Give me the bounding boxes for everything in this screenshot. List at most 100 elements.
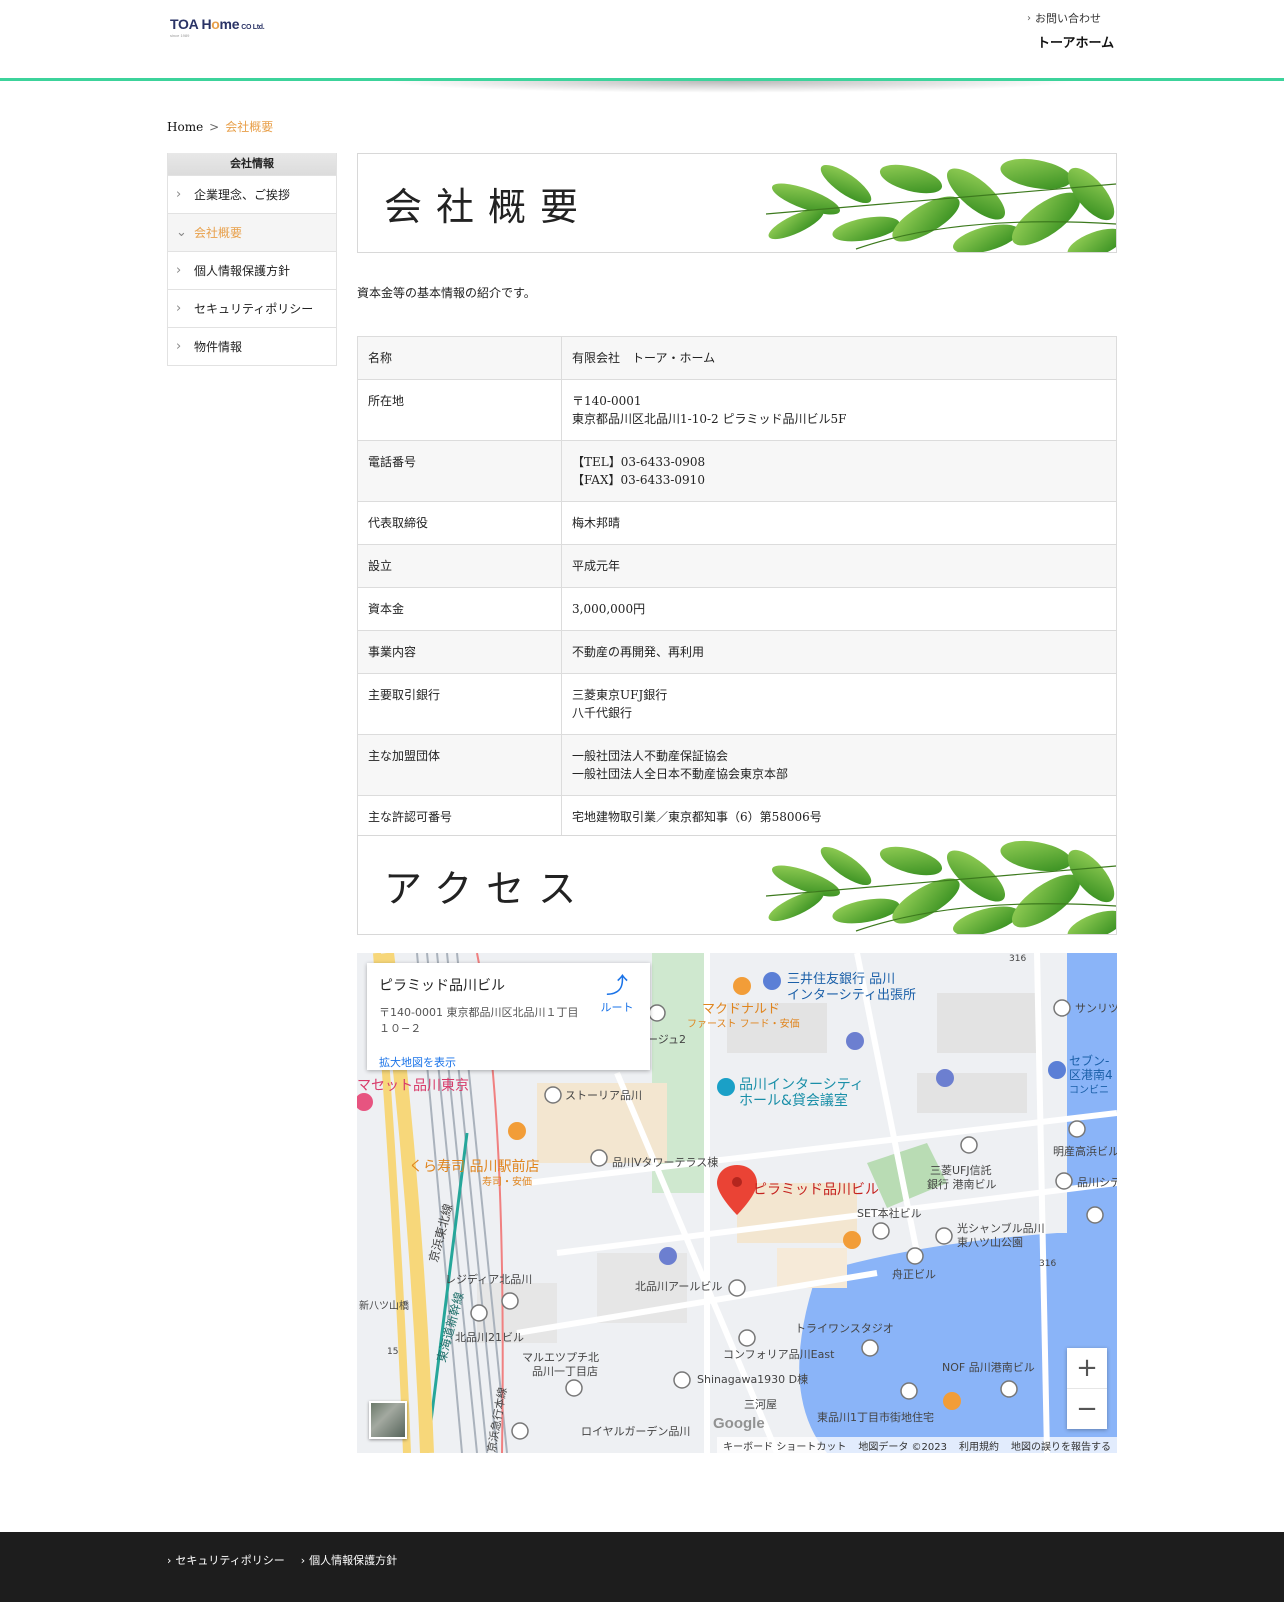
sidebar: 会社情報 › 企業理念、ご挨拶 ⌄ 会社概要 › 個人情報保護方針 › セキュリ… (167, 153, 337, 366)
sidebar-item-label: セキュリティポリシー (194, 302, 314, 316)
row-value: 3,000,000円 (561, 587, 1117, 631)
zoom-controls: + − (1067, 1348, 1107, 1429)
map-label: コンビニ (1069, 1084, 1109, 1096)
contact-link[interactable]: › お問い合わせ (1027, 10, 1101, 26)
route-button[interactable]: ⤴ ルート (595, 975, 639, 1015)
value-line: 有限会社 トーア・ホーム (572, 351, 716, 365)
map-place-name: ピラミッド品川ビル (379, 978, 505, 994)
map-label: 三菱UFJ信託 (930, 1163, 992, 1177)
sidebar-item-label: 個人情報保護方針 (194, 264, 291, 278)
breadcrumb-current: 会社概要 (225, 120, 274, 134)
footer-link-label: セキュリティポリシー (175, 1554, 285, 1567)
site-logo[interactable]: TOA Home CO Ltd. since 1989 (170, 16, 265, 38)
row-key: 主な許認可番号 (357, 795, 562, 839)
access-title-banner: アクセス (357, 835, 1117, 935)
map-label: ージュ2 (647, 1033, 686, 1046)
sidebar-item-company-overview[interactable]: ⌄ 会社概要 (168, 213, 336, 251)
map-label: コンフォリア品川East (723, 1348, 835, 1361)
table-row: 名称 有限会社 トーア・ホーム (357, 336, 1117, 380)
page-title-banner: 会社概要 (357, 153, 1117, 253)
breadcrumb: Home > 会社概要 (167, 118, 273, 135)
table-row: 設立 平成元年 (357, 544, 1117, 588)
sidebar-item-label: 物件情報 (194, 340, 243, 354)
map-label: Shinagawa1930 D棟 (697, 1372, 808, 1386)
map-label: ピラミッド品川ビル (753, 1182, 879, 1198)
map-label: 東品川1丁目市街地住宅 (817, 1410, 934, 1424)
map-label: 品川インターシティ (739, 1077, 864, 1093)
satellite-toggle-button[interactable] (369, 1401, 407, 1439)
map-label: マセット品川東京 (357, 1078, 469, 1094)
map-label: SET本社ビル (857, 1206, 922, 1220)
map-label: 三井住友銀行 品川 (787, 971, 895, 987)
enlarge-map-link[interactable]: 拡大地図を表示 (379, 1054, 456, 1070)
value-line: 不動産の再開発、再利用 (572, 645, 705, 659)
footer-links: › セキュリティポリシー › 個人情報保護方針 (167, 1552, 397, 1568)
map-label: マルエツプチ北 (522, 1351, 599, 1364)
table-row: 主要取引銀行 三菱東京UFJ銀行 八千代銀行 (357, 673, 1117, 735)
map-footer: キーボード ショートカット 地図データ ©2023 利用規約 地図の誤りを報告す… (717, 1437, 1117, 1453)
value-line: 【TEL】03-6433-0908 (572, 455, 706, 469)
row-key: 事業内容 (357, 630, 562, 674)
report-error-link[interactable]: 地図の誤りを報告する (1011, 1438, 1111, 1453)
map-label: ホール&貸会議室 (739, 1092, 848, 1109)
value-line: 東京都品川区北品川1-10-2 ピラミッド品川ビル5F (572, 412, 847, 426)
map-label: 三河屋 (744, 1398, 777, 1411)
footer-link-security-policy[interactable]: › セキュリティポリシー (167, 1552, 285, 1568)
row-key: 資本金 (357, 587, 562, 631)
map-label: ファースト フード・安価 (687, 1017, 800, 1030)
chevron-right-icon: › (176, 301, 182, 316)
brand-name: トーアホーム (1037, 36, 1115, 51)
access-title: アクセス (384, 867, 591, 911)
row-key: 所在地 (357, 379, 562, 441)
sidebar-item-label: 企業理念、ご挨拶 (194, 188, 291, 202)
row-key: 電話番号 (357, 440, 562, 502)
sidebar-item-properties[interactable]: › 物件情報 (168, 327, 336, 365)
map-label: ロイヤルガーデン品川 (581, 1424, 690, 1438)
value-line: 三菱東京UFJ銀行 (572, 688, 668, 702)
sidebar-item-security-policy[interactable]: › セキュリティポリシー (168, 289, 336, 327)
sidebar-item-philosophy[interactable]: › 企業理念、ご挨拶 (168, 175, 336, 213)
row-value: 不動産の再開発、再利用 (561, 630, 1117, 674)
map-label: 品川一丁目店 (532, 1364, 598, 1378)
map-label: 東八ツ山公園 (957, 1236, 1023, 1249)
map-label: 明産高浜ビル (1053, 1144, 1117, 1158)
zoom-out-button[interactable]: − (1067, 1389, 1107, 1429)
map-label: 銀行 港南ビル (927, 1177, 997, 1191)
directions-icon: ⤴ (605, 974, 628, 999)
zoom-in-button[interactable]: + (1067, 1348, 1107, 1388)
map-label: 316 (1009, 954, 1026, 964)
google-logo: Google (713, 1415, 765, 1432)
row-value: 有限会社 トーア・ホーム (561, 336, 1117, 380)
keyboard-shortcuts-link[interactable]: キーボード ショートカット (723, 1438, 846, 1453)
leaves-decoration (736, 154, 1116, 252)
sidebar-item-privacy-policy[interactable]: › 個人情報保護方針 (168, 251, 336, 289)
chevron-right-icon: › (176, 263, 182, 278)
map-label: 寿司・安価 (482, 1175, 532, 1188)
row-key: 主な加盟団体 (357, 734, 562, 796)
map-label: サンリツ (1075, 1002, 1117, 1015)
chevron-right-icon: › (1027, 12, 1031, 24)
value-line: 一般社団法人不動産保証協会 (572, 749, 729, 763)
map-label: 北品川アールビル (635, 1280, 722, 1293)
map-label: 品川Vタワーテラス棟 (612, 1155, 718, 1169)
table-row: 電話番号 【TEL】03-6433-0908 【FAX】03-6433-0910 (357, 440, 1117, 502)
map-label: NOF 品川港南ビル (942, 1361, 1035, 1374)
map-label: セブン- (1069, 1053, 1109, 1068)
value-line: 梅木邦晴 (572, 516, 621, 530)
company-info-table: 名称 有限会社 トーア・ホーム 所在地 〒140-0001 東京都品川区北品川1… (357, 336, 1117, 839)
embedded-map[interactable]: 三井住友銀行 品川 インターシティ出張所 マクドナルド ファースト フード・安価… (357, 953, 1117, 1453)
value-line: 【FAX】03-6433-0910 (572, 473, 705, 487)
map-label: 北品川21ビル (455, 1331, 524, 1344)
breadcrumb-home[interactable]: Home (167, 120, 203, 134)
logo-wordmark: TOA Home CO Ltd. (170, 16, 265, 32)
map-label: 品川シテ (1077, 1176, 1117, 1189)
table-row: 代表取締役 梅木邦晴 (357, 501, 1117, 545)
value-line: 一般社団法人全日本不動産協会東京本部 (572, 767, 789, 781)
value-line: 宅地建物取引業／東京都知事（6）第58006号 (572, 810, 822, 824)
row-value: 梅木邦晴 (561, 501, 1117, 545)
map-label: ストーリア品川 (565, 1089, 642, 1102)
terms-link[interactable]: 利用規約 (959, 1438, 999, 1453)
footer-link-privacy-policy[interactable]: › 個人情報保護方針 (301, 1552, 397, 1568)
row-key: 主要取引銀行 (357, 673, 562, 735)
row-value: 一般社団法人不動産保証協会 一般社団法人全日本不動産協会東京本部 (561, 734, 1117, 796)
